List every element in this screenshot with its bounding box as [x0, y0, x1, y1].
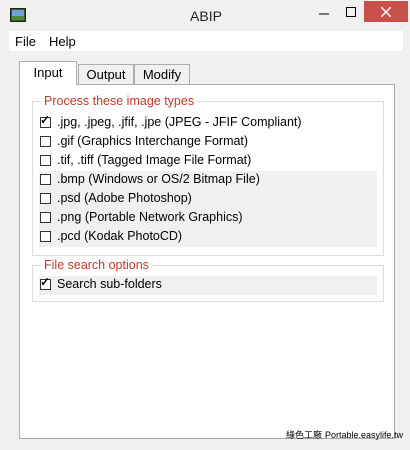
ext-label: .jpg, .jpeg, .jfif, .jpe: [57, 115, 162, 129]
checkbox-search-subfolders[interactable]: ✓ Search sub-folders: [39, 275, 377, 295]
checkbox-box[interactable]: [40, 193, 51, 204]
watermark-cn: 綠色工廠: [285, 430, 322, 440]
checkbox-box[interactable]: [40, 212, 51, 223]
ext-label: .tif, .tiff: [57, 153, 94, 167]
checkmark-icon: ✓: [40, 113, 51, 127]
desc-label: (Adobe Photoshop): [84, 191, 192, 205]
checkbox-tif[interactable]: .tif, .tiff (Tagged Image File Format): [39, 152, 377, 171]
watermark-text: Portable.easylife.tw: [324, 429, 403, 440]
maximize-button[interactable]: [337, 1, 364, 22]
menu-help[interactable]: Help: [49, 34, 76, 49]
desc-label: (JPEG - JFIF Compliant): [164, 115, 302, 129]
search-options-group: File search options ✓ Search sub-folders: [32, 258, 384, 302]
minimize-icon: [318, 13, 329, 14]
menu-file[interactable]: File: [15, 34, 36, 49]
checkbox-box[interactable]: [40, 155, 51, 166]
search-options-group-title: File search options: [41, 258, 152, 272]
ext-label: .png: [57, 210, 82, 224]
checkbox-jpg[interactable]: ✓ .jpg, .jpeg, .jfif, .jpe (JPEG - JFIF …: [39, 113, 377, 133]
ext-label: .gif: [57, 134, 74, 148]
checkbox-psd[interactable]: .psd (Adobe Photoshop): [39, 190, 377, 209]
checkbox-box[interactable]: [40, 174, 51, 185]
image-types-group: Process these image types ✓ .jpg, .jpeg,…: [32, 94, 384, 256]
desc-label: (Windows or OS/2 Bitmap File): [88, 172, 260, 186]
checkbox-box[interactable]: [40, 231, 51, 242]
minimize-button[interactable]: [310, 1, 337, 22]
client-area: Input Output Modify Process these image …: [9, 51, 403, 445]
tab-input[interactable]: Input: [19, 61, 77, 85]
maximize-icon: [345, 6, 356, 17]
input-tab-panel: Process these image types ✓ .jpg, .jpeg,…: [19, 84, 395, 439]
search-subfolders-label: Search sub-folders: [57, 277, 162, 291]
watermark: 綠色工廠 Portable.easylife.tw: [286, 428, 403, 441]
tab-modify[interactable]: Modify: [134, 64, 190, 85]
checkbox-png[interactable]: .png (Portable Network Graphics): [39, 209, 377, 228]
checkbox-pcd[interactable]: .pcd (Kodak PhotoCD): [39, 228, 377, 247]
checkbox-box[interactable]: [40, 136, 51, 147]
title-bar[interactable]: ABIP: [1, 1, 410, 31]
desc-label: (Tagged Image File Format): [97, 153, 252, 167]
ext-label: .bmp: [57, 172, 85, 186]
menu-bar: File Help: [9, 31, 403, 51]
desc-label: (Graphics Interchange Format): [77, 134, 249, 148]
desc-label: (Kodak PhotoCD): [84, 229, 183, 243]
checkbox-gif[interactable]: .gif (Graphics Interchange Format): [39, 133, 377, 152]
desc-label: (Portable Network Graphics): [84, 210, 243, 224]
checkbox-bmp[interactable]: .bmp (Windows or OS/2 Bitmap File): [39, 171, 377, 190]
ext-label: .pcd: [57, 229, 81, 243]
tab-output[interactable]: Output: [78, 64, 134, 85]
app-window: ABIP File Help Input Output Modify Proce…: [0, 0, 410, 450]
ext-label: .psd: [57, 191, 81, 205]
close-icon: [381, 6, 391, 17]
image-types-group-title: Process these image types: [41, 94, 198, 108]
close-button[interactable]: [364, 1, 408, 22]
checkmark-icon: ✓: [40, 275, 51, 289]
